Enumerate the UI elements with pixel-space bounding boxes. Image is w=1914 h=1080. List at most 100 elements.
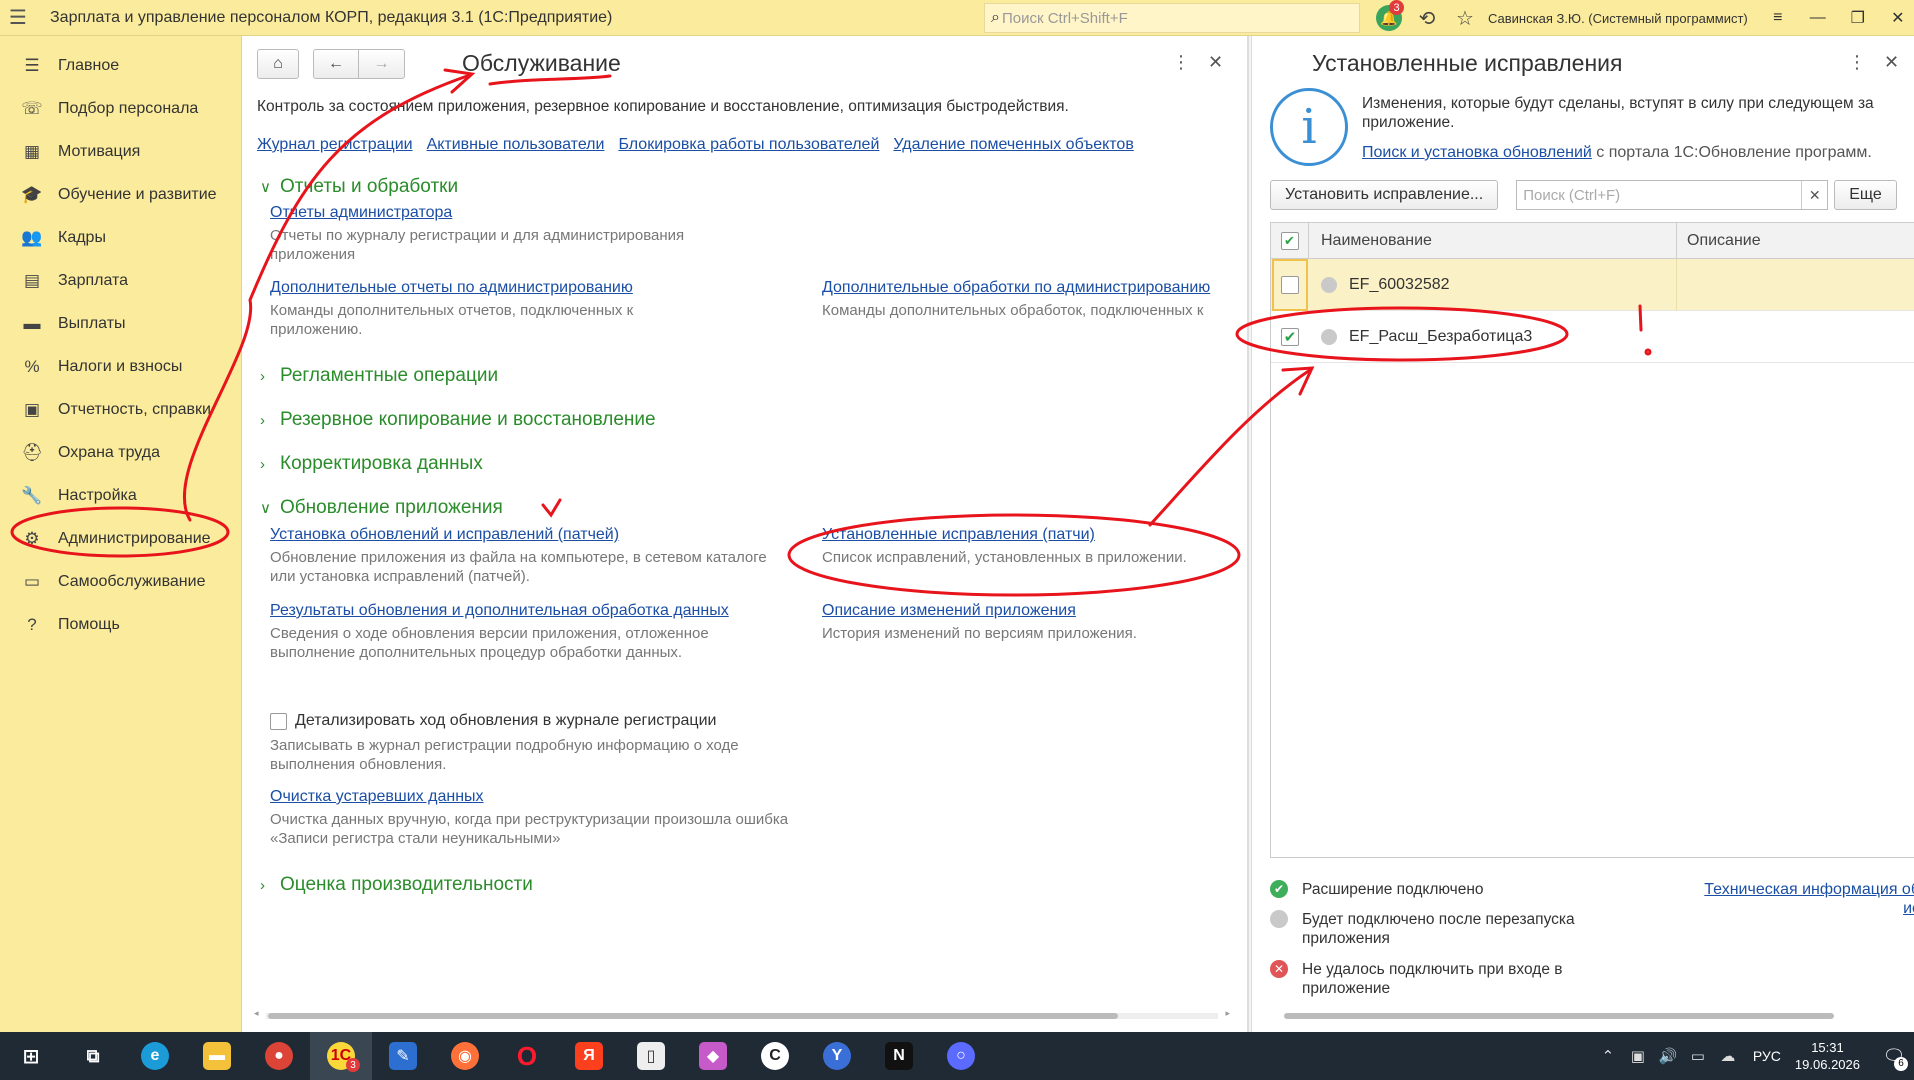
checkbox-unchecked[interactable] — [1281, 275, 1299, 294]
task-view-icon[interactable]: ⧉ — [62, 1032, 124, 1080]
app-title: Зарплата и управление персоналом КОРП, р… — [50, 8, 613, 26]
sidebar-item-settings[interactable]: 🔧 Настройка — [0, 474, 241, 517]
history-icon[interactable]: ⟲ — [1408, 0, 1446, 36]
horizontal-scrollbar[interactable] — [1270, 1012, 1910, 1020]
tray-chevron-icon[interactable]: ⌃ — [1593, 1047, 1623, 1065]
chrome-icon[interactable]: ● — [248, 1032, 310, 1080]
install-patch-button[interactable]: Установить исправление... — [1270, 180, 1499, 210]
tech-info-link[interactable]: Техническая информация об ис — [1690, 880, 1914, 918]
detail-log-checkbox[interactable]: Детализировать ход обновления в журнале … — [270, 712, 716, 730]
check-all-icon[interactable]: ✔ — [1280, 231, 1299, 250]
home-button[interactable]: ⌂ — [257, 49, 299, 79]
section-routine[interactable]: › Регламентные операции — [260, 365, 498, 387]
section-correction[interactable]: › Корректировка данных — [260, 453, 483, 475]
link-extra-processing[interactable]: Дополнительные обработки по администриро… — [822, 279, 1242, 297]
notifications-button[interactable]: 🔔 3 — [1370, 0, 1408, 36]
document-icon[interactable]: ▯ — [620, 1032, 682, 1080]
chat-app-icon[interactable]: ○ — [930, 1032, 992, 1080]
sidebar-item-education[interactable]: 🎓 Обучение и развитие — [0, 173, 241, 216]
table-row[interactable]: ✔ EF_Расш_Безработица3 — [1271, 311, 1914, 363]
clock[interactable]: 15:31 19.06.2026 — [1795, 1039, 1860, 1073]
more-button[interactable]: Еще — [1834, 180, 1897, 210]
column-name[interactable]: Наименование — [1309, 222, 1677, 259]
main-menu-icon[interactable]: ☰ — [0, 0, 36, 36]
link-delete-marked[interactable]: Удаление помеченных объектов — [893, 136, 1133, 154]
sidebar-item-main[interactable]: ☰ Главное — [0, 44, 241, 87]
section-reports[interactable]: ∨ Отчеты и обработки — [260, 176, 458, 198]
tech-info-link-text[interactable]: Техническая информация об ис — [1704, 881, 1914, 917]
settings-lines-icon[interactable]: ≡ — [1758, 0, 1798, 36]
more-menu-icon[interactable]: ⋮ — [1848, 52, 1866, 73]
c-app-icon[interactable]: C — [744, 1032, 806, 1080]
restore-icon[interactable]: ❐ — [1838, 0, 1878, 36]
link-admin-reports[interactable]: Отчеты администратора — [270, 204, 690, 222]
patches-search-input[interactable]: Поиск (Ctrl+F) ✕ — [1516, 180, 1829, 210]
1c-icon[interactable]: 1С 3 — [310, 1032, 372, 1080]
opera-icon[interactable]: O — [496, 1032, 558, 1080]
link-install-updates[interactable]: Установка обновлений и исправлений (патч… — [270, 526, 790, 544]
scroll-thumb[interactable] — [268, 1013, 1118, 1019]
minimize-icon[interactable]: — — [1798, 0, 1838, 36]
explorer-icon[interactable]: ▬ — [186, 1032, 248, 1080]
sidebar-item-taxes[interactable]: % Налоги и взносы — [0, 345, 241, 388]
horizontal-scrollbar[interactable]: ◂ ▸ — [254, 1008, 1230, 1020]
sidebar-item-help[interactable]: ? Помощь — [0, 603, 241, 646]
editor-icon[interactable]: ✎ — [372, 1032, 434, 1080]
firefox-icon[interactable]: ◉ — [434, 1032, 496, 1080]
tray-device-icon[interactable]: ▣ — [1623, 1047, 1653, 1065]
y-app-icon[interactable]: Y — [806, 1032, 868, 1080]
global-search-input[interactable]: ⌕ Поиск Ctrl+Shift+F — [984, 3, 1360, 33]
link-app-changes[interactable]: Описание изменений приложения — [822, 602, 1242, 620]
row-check-cell[interactable] — [1272, 258, 1308, 311]
link-lock-users[interactable]: Блокировка работы пользователей — [618, 136, 879, 154]
sidebar-item-hr[interactable]: 👥 Кадры — [0, 216, 241, 259]
windows-start-icon[interactable]: ⊞ — [0, 1032, 62, 1080]
input-language[interactable]: РУС — [1753, 1048, 1781, 1064]
yandex-icon[interactable]: Я — [558, 1032, 620, 1080]
table-row[interactable]: EF_60032582 — [1271, 258, 1914, 311]
checkbox-unchecked[interactable] — [270, 712, 287, 730]
sidebar-item-motivation[interactable]: ▦ Мотивация — [0, 130, 241, 173]
sidebar-item-recruitment[interactable]: ☏ Подбор персонала — [0, 87, 241, 130]
sidebar-item-self-service[interactable]: ▭ Самообслуживание — [0, 560, 241, 603]
section-backup[interactable]: › Резервное копирование и восстановление — [260, 409, 656, 431]
header-check-cell[interactable]: ✔ — [1271, 222, 1309, 259]
weather-icon[interactable]: ☁ — [1713, 1047, 1743, 1065]
link-event-log[interactable]: Журнал регистрации — [257, 136, 413, 154]
section-update[interactable]: ∨ Обновление приложения — [260, 497, 503, 519]
more-menu-icon[interactable]: ⋮ — [1172, 52, 1190, 73]
forward-button[interactable]: → — [359, 49, 405, 79]
gem-app-icon[interactable]: ◆ — [682, 1032, 744, 1080]
scroll-right-icon[interactable]: ▸ — [1225, 1008, 1230, 1019]
sidebar-item-safety[interactable]: ⛑ Охрана труда — [0, 431, 241, 474]
link-extra-reports[interactable]: Дополнительные отчеты по администрирован… — [270, 279, 690, 297]
close-icon[interactable]: ✕ — [1208, 52, 1223, 73]
checkbox-checked-icon[interactable]: ✔ — [1281, 327, 1299, 346]
favorites-star-icon[interactable]: ☆ — [1446, 0, 1484, 36]
link-update-results[interactable]: Результаты обновления и дополнительная о… — [270, 602, 790, 620]
n-app-icon[interactable]: N — [868, 1032, 930, 1080]
sidebar-item-reports[interactable]: ▣ Отчетность, справки — [0, 388, 241, 431]
clear-search-icon[interactable]: ✕ — [1801, 181, 1827, 209]
sidebar-item-salary[interactable]: ▤ Зарплата — [0, 259, 241, 302]
link-installed-patches[interactable]: Установленные исправления (патчи) — [822, 526, 1242, 544]
sidebar-item-administration[interactable]: ⚙ Администрирование — [0, 517, 241, 560]
back-button[interactable]: ← — [313, 49, 359, 79]
action-center-icon[interactable]: 🗨 6 — [1874, 1046, 1914, 1071]
network-icon[interactable]: ▭ — [1683, 1047, 1713, 1065]
column-description[interactable]: Описание — [1677, 232, 1914, 250]
current-user[interactable]: Савинская З.Ю. (Системный программист) — [1488, 11, 1748, 26]
helmet-icon: ⛑ — [21, 442, 43, 462]
section-performance[interactable]: › Оценка производительности — [260, 874, 533, 896]
volume-icon[interactable]: 🔊 — [1653, 1047, 1683, 1065]
scroll-left-icon[interactable]: ◂ — [254, 1008, 259, 1019]
link-search-updates[interactable]: Поиск и установка обновлений — [1362, 144, 1592, 161]
edge-icon[interactable]: e — [124, 1032, 186, 1080]
sidebar-item-payments[interactable]: ▬ Выплаты — [0, 302, 241, 345]
close-window-icon[interactable]: ✕ — [1878, 0, 1914, 36]
close-icon[interactable]: ✕ — [1884, 52, 1899, 73]
link-active-users[interactable]: Активные пользователи — [427, 136, 605, 154]
link-cleanup[interactable]: Очистка устаревших данных — [270, 788, 810, 806]
update-results-desc: Сведения о ходе обновления версии прилож… — [270, 625, 709, 661]
scroll-thumb[interactable] — [1284, 1013, 1834, 1019]
